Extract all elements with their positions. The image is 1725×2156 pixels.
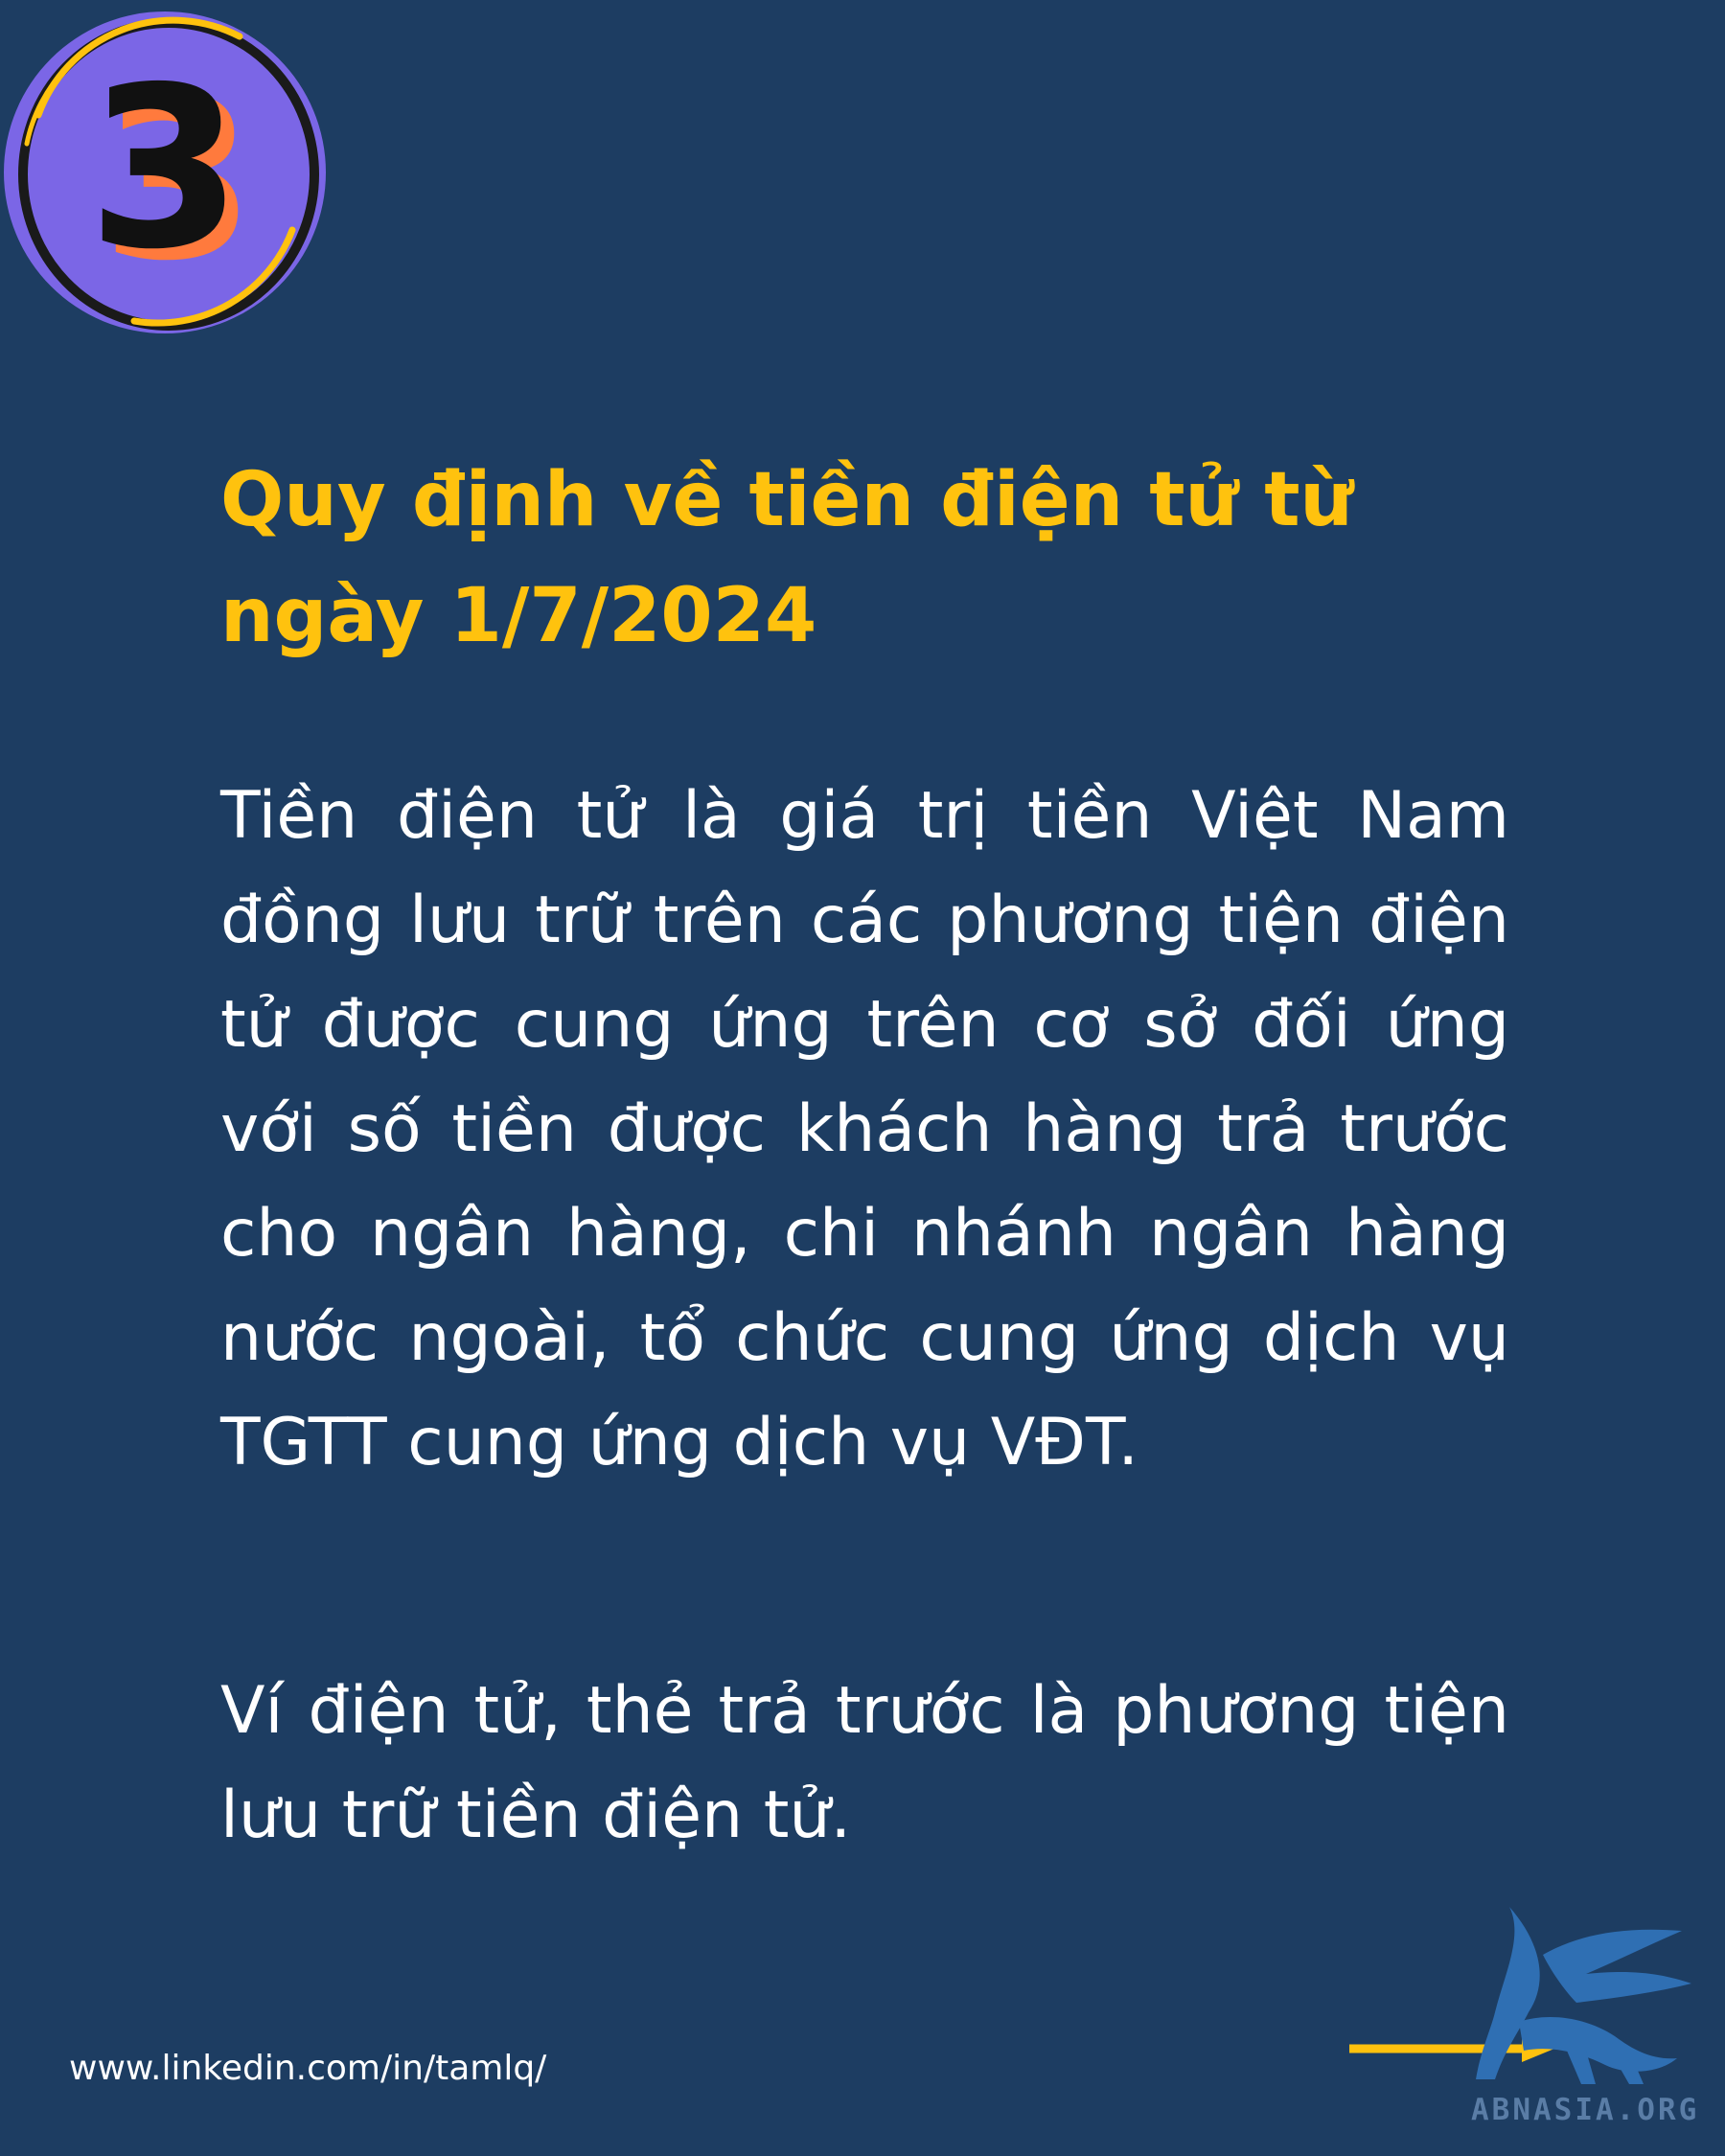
watermark-text: ABNASIA.ORG: [1471, 2093, 1700, 2127]
step-number: 3: [87, 39, 242, 298]
step-number-badge: 3 3: [0, 0, 345, 355]
step-badge-circle-icon: 3 3: [4, 11, 326, 333]
page-title: Quy định về tiền điện tử từ ngày 1/7/202…: [220, 457, 1354, 659]
griffin-logo-icon: [1452, 1897, 1696, 2089]
examples-paragraph: Ví điện tử, thẻ trả trước là phương tiện…: [220, 1673, 1509, 1853]
definition-paragraph: Tiền điện tử là giá trị tiền Việt Nam đồ…: [220, 778, 1509, 1480]
linkedin-url[interactable]: www.linkedin.com/in/tamlq/: [69, 2044, 546, 2094]
